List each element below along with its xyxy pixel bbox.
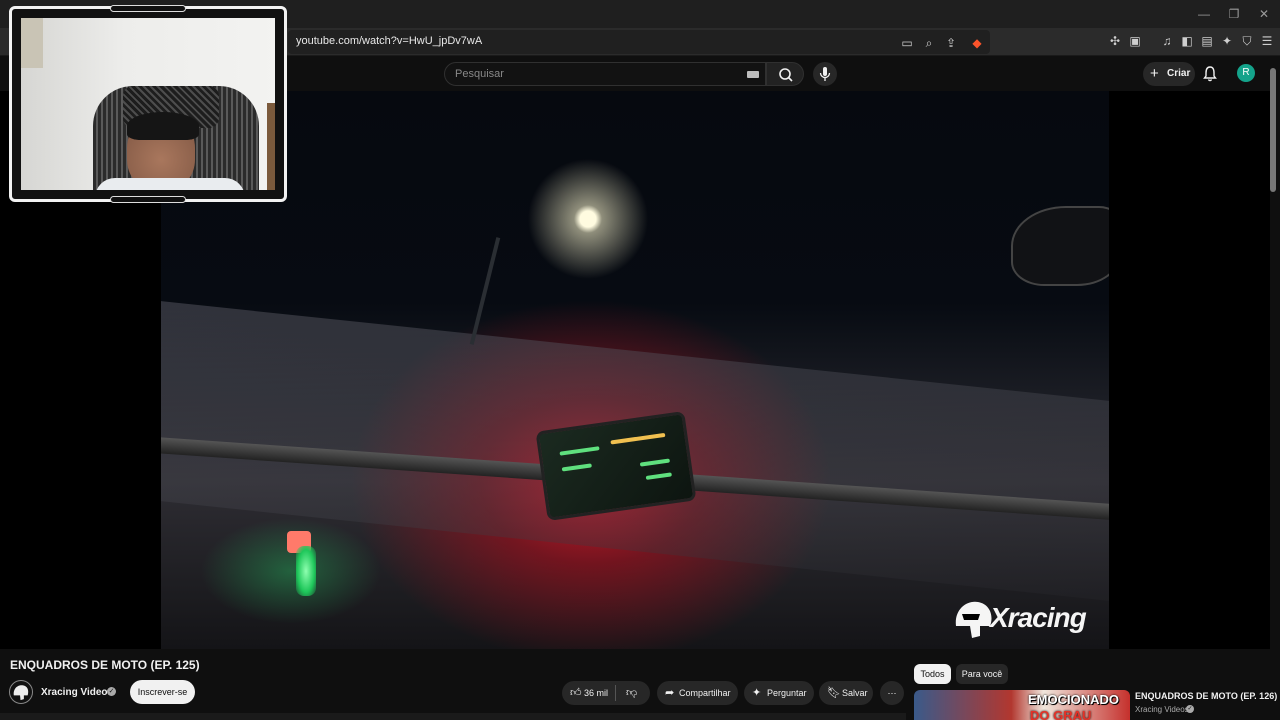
recommendation-channel[interactable]: Xracing Videos xyxy=(1135,705,1189,714)
save-button[interactable]: 🔖︎ Salvar xyxy=(819,681,873,705)
chip-all[interactable]: Todos xyxy=(914,664,951,684)
thumbnail-text-line2: DO GRAU xyxy=(1030,708,1092,720)
motorcycle-mirror xyxy=(1011,206,1109,286)
plus-icon: + xyxy=(1150,65,1159,82)
dislike-icon[interactable]: 👎︎ xyxy=(626,681,637,705)
bell-icon xyxy=(1203,66,1217,82)
channel-name[interactable]: Xracing Videos xyxy=(41,687,113,698)
street-light-pole xyxy=(469,237,501,345)
video-frame[interactable] xyxy=(161,91,1109,649)
address-bar[interactable]: youtube.com/watch?v=HwU_jpDv7wA ▭ ⌕ ⇪ ◆ xyxy=(288,30,990,54)
more-actions-button[interactable]: ⋯ xyxy=(880,681,904,705)
video-title: ENQUADROS DE MOTO (EP. 125) xyxy=(10,658,200,672)
like-count[interactable]: 36 mil xyxy=(584,681,608,705)
create-button[interactable]: + Criar xyxy=(1143,62,1195,86)
brand-text: Xracing xyxy=(990,602,1087,633)
verified-icon: ✓ xyxy=(107,687,116,696)
maximize-button[interactable]: ❐ xyxy=(1220,4,1248,24)
notifications-button[interactable] xyxy=(1200,64,1220,84)
minimize-button[interactable]: — xyxy=(1190,4,1218,24)
divider xyxy=(615,685,616,701)
webcam-feed xyxy=(19,16,277,192)
keyboard-icon[interactable] xyxy=(747,71,759,78)
bookmark-icon: 🔖︎ xyxy=(827,687,841,699)
thumbnail-text-line1: EMOCIONADO xyxy=(1028,692,1119,707)
extensions-icon[interactable]: ✣ xyxy=(1106,32,1124,50)
like-icon[interactable]: 👍︎ xyxy=(570,681,582,705)
share-button[interactable]: ➦ Compartilhar xyxy=(657,681,738,705)
media-icon[interactable]: ♫ xyxy=(1158,32,1176,50)
webcam-overlay xyxy=(9,5,287,203)
channel-logo-icon xyxy=(13,685,29,701)
verified-icon: ✓ xyxy=(1186,705,1194,713)
vpn-icon[interactable]: ⛉ xyxy=(1238,32,1256,50)
cast-icon[interactable]: ▭ xyxy=(898,34,916,52)
ask-button[interactable]: ✦ Perguntar xyxy=(744,681,814,705)
like-dislike-group: 👍︎ 36 mil 👎︎ xyxy=(562,681,650,705)
account-avatar[interactable]: R xyxy=(1237,64,1255,82)
search-button[interactable] xyxy=(766,62,804,86)
subscribe-button[interactable]: Inscrever-se xyxy=(130,680,195,704)
close-window-button[interactable]: ✕ xyxy=(1250,4,1278,24)
brave-shield-icon[interactable]: ◆ xyxy=(968,34,986,52)
sidebar-icon[interactable]: ◧ xyxy=(1178,32,1196,50)
share-icon: ➦ xyxy=(665,687,675,699)
reading-list-icon[interactable]: ▣ xyxy=(1126,32,1144,50)
search-icon xyxy=(779,68,793,82)
share-label: Compartilhar xyxy=(679,688,731,698)
create-label: Criar xyxy=(1167,68,1191,79)
url-text: youtube.com/watch?v=HwU_jpDv7wA xyxy=(296,35,483,47)
search-placeholder: Pesquisar xyxy=(455,68,504,80)
frame-tab-bottom xyxy=(110,196,186,203)
share-page-icon[interactable]: ⇪ xyxy=(942,34,960,52)
more-icon: ⋯ xyxy=(887,688,897,698)
channel-avatar[interactable] xyxy=(9,680,33,704)
wallet-icon[interactable]: ▤ xyxy=(1198,32,1216,50)
recommendation-thumbnail[interactable]: EMOCIONADO DO GRAU xyxy=(914,690,1130,720)
frame-tab-top xyxy=(110,5,186,12)
ask-label: Perguntar xyxy=(767,688,807,698)
zoom-icon[interactable]: ⌕ xyxy=(920,34,938,52)
microphone-icon xyxy=(819,67,831,81)
green-indicator-light xyxy=(296,546,316,596)
page-scrollbar[interactable] xyxy=(1270,68,1276,192)
leo-ai-icon[interactable]: ✦ xyxy=(1218,32,1236,50)
search-input[interactable]: Pesquisar xyxy=(444,62,766,86)
recommendation-title[interactable]: ENQUADROS DE MOTO (EP. 126) xyxy=(1135,691,1277,701)
description-box-edge xyxy=(0,713,906,720)
voice-search-button[interactable] xyxy=(813,62,837,86)
save-label: Salvar xyxy=(842,688,868,698)
menu-icon[interactable]: ☰ xyxy=(1258,32,1276,50)
chip-for-you[interactable]: Para você xyxy=(956,664,1008,684)
sparkle-icon: ✦ xyxy=(752,687,762,699)
